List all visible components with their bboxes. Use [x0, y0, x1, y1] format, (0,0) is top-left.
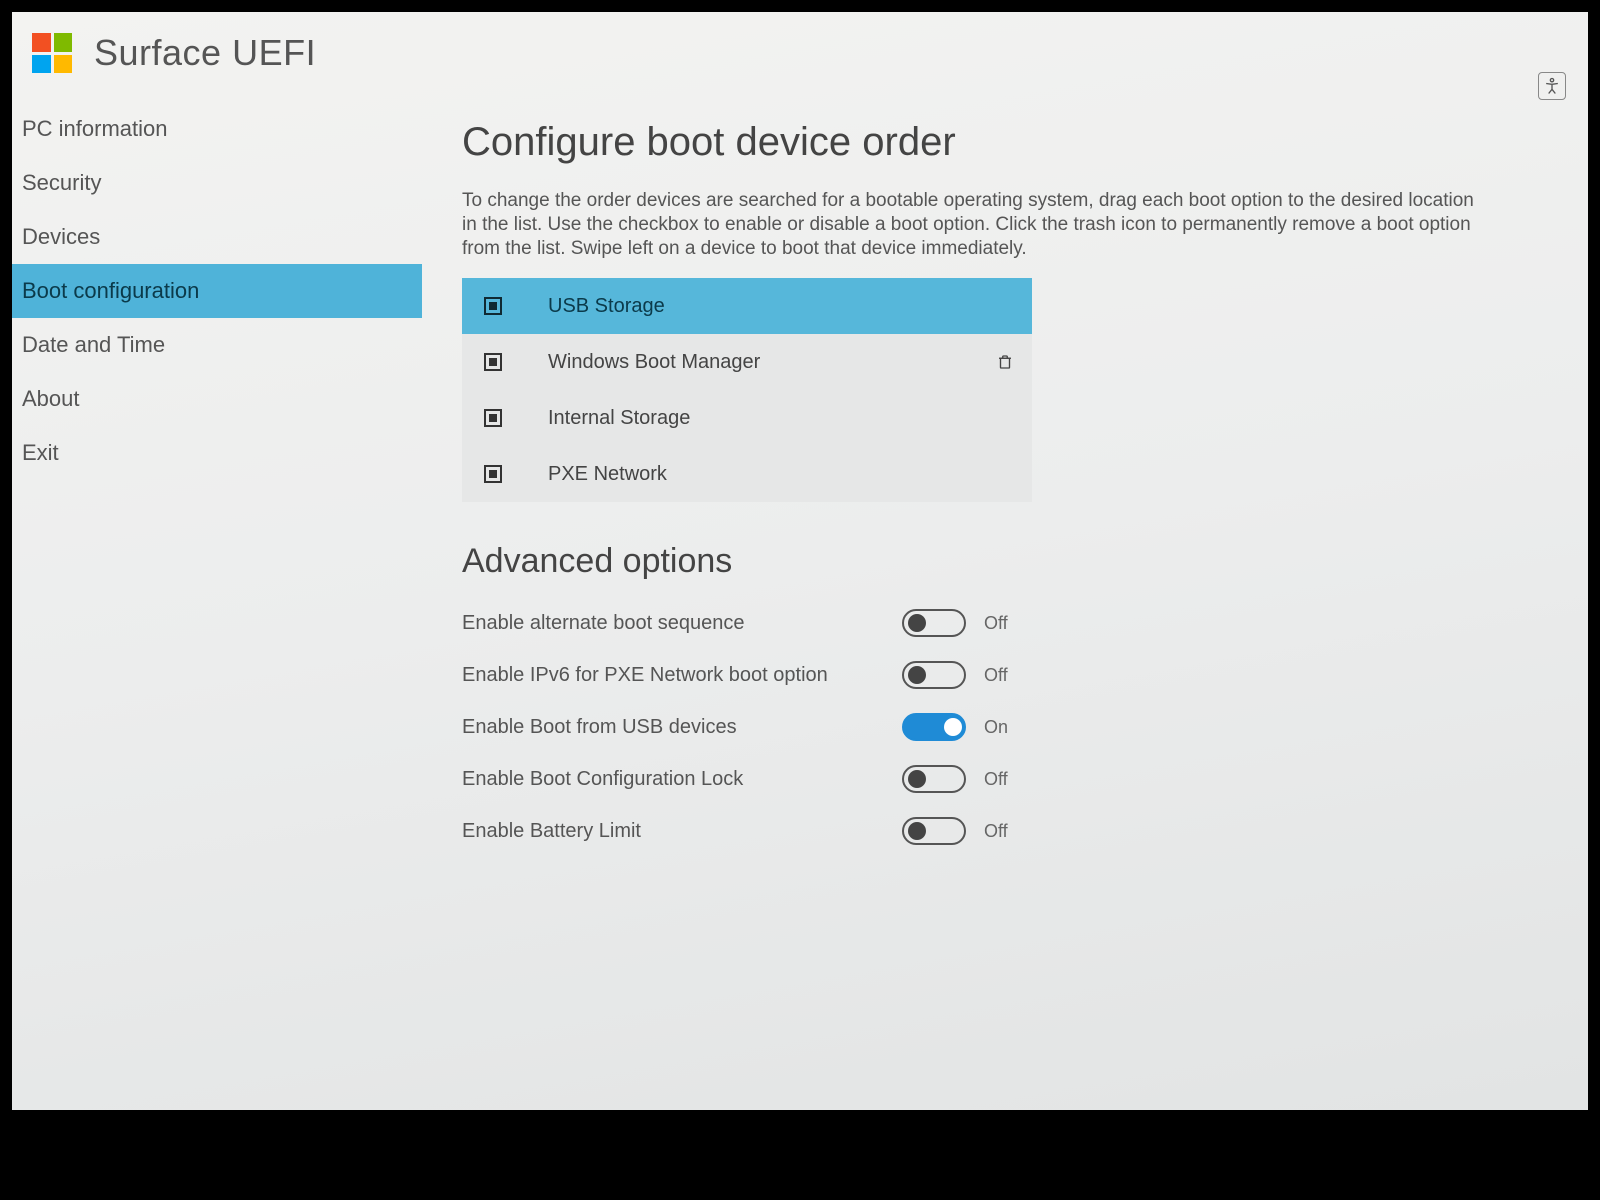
- option-label: Enable Boot from USB devices: [462, 716, 902, 739]
- accessibility-button[interactable]: [1538, 72, 1566, 100]
- sidebar-item-pc-information[interactable]: PC information: [12, 102, 422, 156]
- boot-device-checkbox[interactable]: [484, 465, 502, 483]
- boot-device-row[interactable]: USB Storage: [462, 278, 1032, 334]
- sidebar-item-date-and-time[interactable]: Date and Time: [12, 318, 422, 372]
- option-label: Enable Boot Configuration Lock: [462, 768, 902, 791]
- toggle-battery-limit[interactable]: [902, 817, 966, 845]
- option-label: Enable alternate boot sequence: [462, 612, 902, 635]
- microsoft-logo-icon: [32, 33, 72, 73]
- sidebar-item-devices[interactable]: Devices: [12, 210, 422, 264]
- header: Surface UEFI: [12, 12, 1588, 102]
- app-title: Surface UEFI: [94, 32, 316, 74]
- toggle-state: Off: [984, 613, 1024, 634]
- accessibility-icon: [1542, 76, 1562, 96]
- sidebar-item-about[interactable]: About: [12, 372, 422, 426]
- toggle-state: Off: [984, 665, 1024, 686]
- option-label: Enable Battery Limit: [462, 820, 902, 843]
- boot-device-list: USB Storage Windows Boot Manager Interna…: [462, 278, 1032, 502]
- option-row-battery-limit: Enable Battery Limit Off: [462, 805, 1528, 857]
- option-row-boot-usb: Enable Boot from USB devices On: [462, 701, 1528, 753]
- option-row-alternate-boot: Enable alternate boot sequence Off: [462, 597, 1528, 649]
- trash-icon[interactable]: [996, 351, 1014, 373]
- page-description: To change the order devices are searched…: [462, 189, 1482, 260]
- sidebar-item-exit[interactable]: Exit: [12, 426, 422, 480]
- sidebar: PC information Security Devices Boot con…: [12, 102, 422, 1110]
- boot-device-row[interactable]: Windows Boot Manager: [462, 334, 1032, 390]
- main-panel: Configure boot device order To change th…: [422, 102, 1588, 1110]
- toggle-state: On: [984, 717, 1024, 738]
- toggle-state: Off: [984, 769, 1024, 790]
- option-label: Enable IPv6 for PXE Network boot option: [462, 664, 902, 687]
- advanced-options-title: Advanced options: [462, 542, 1528, 581]
- boot-device-row[interactable]: PXE Network: [462, 446, 1032, 502]
- sidebar-item-boot-configuration[interactable]: Boot configuration: [12, 264, 422, 318]
- boot-device-label: Internal Storage: [548, 407, 1014, 430]
- toggle-alternate-boot[interactable]: [902, 609, 966, 637]
- page-title: Configure boot device order: [462, 120, 1528, 165]
- boot-device-checkbox[interactable]: [484, 409, 502, 427]
- toggle-state: Off: [984, 821, 1024, 842]
- boot-device-label: PXE Network: [548, 463, 1014, 486]
- boot-device-label: Windows Boot Manager: [548, 351, 996, 374]
- uefi-screen: Surface UEFI PC information Security Dev…: [12, 12, 1588, 1110]
- toggle-ipv6-pxe[interactable]: [902, 661, 966, 689]
- boot-device-checkbox[interactable]: [484, 297, 502, 315]
- toggle-boot-usb[interactable]: [902, 713, 966, 741]
- body: PC information Security Devices Boot con…: [12, 102, 1588, 1110]
- option-row-boot-config-lock: Enable Boot Configuration Lock Off: [462, 753, 1528, 805]
- boot-device-row[interactable]: Internal Storage: [462, 390, 1032, 446]
- option-row-ipv6-pxe: Enable IPv6 for PXE Network boot option …: [462, 649, 1528, 701]
- boot-device-label: USB Storage: [548, 295, 1014, 318]
- boot-device-checkbox[interactable]: [484, 353, 502, 371]
- toggle-boot-config-lock[interactable]: [902, 765, 966, 793]
- sidebar-item-security[interactable]: Security: [12, 156, 422, 210]
